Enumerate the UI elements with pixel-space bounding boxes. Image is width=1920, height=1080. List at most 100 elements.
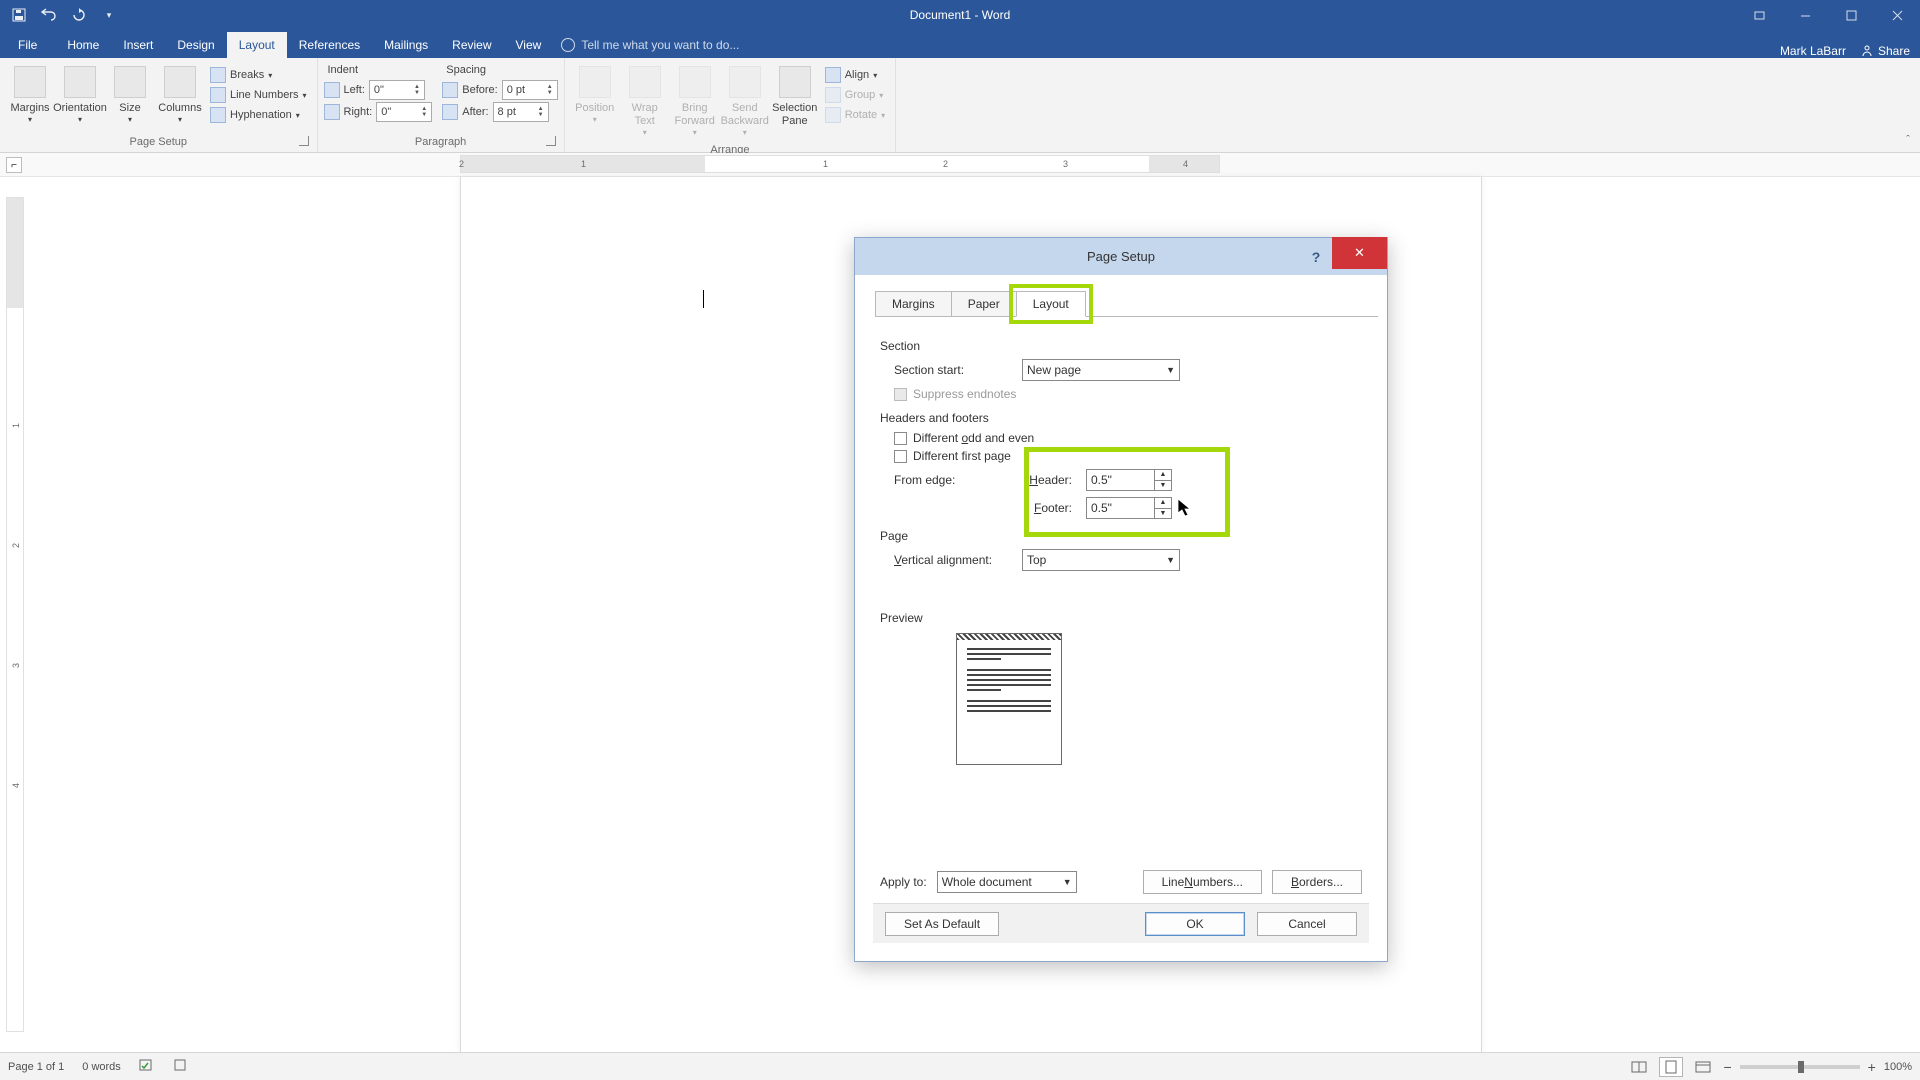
username-label[interactable]: Mark LaBarr — [1780, 44, 1846, 58]
ruler-horizontal: ⌐ 2 1 1 2 3 4 5 — [0, 153, 1920, 177]
set-as-default-button[interactable]: Set As Default — [885, 912, 999, 936]
spacing-after-field[interactable]: After:8 pt▲▼ — [442, 102, 557, 122]
spinner-up-icon[interactable]: ▲ — [1155, 498, 1171, 509]
borders-dialog-button[interactable]: Borders... — [1272, 870, 1362, 894]
group-icon — [825, 87, 841, 103]
orientation-button[interactable]: Orientation▾ — [56, 62, 104, 129]
indent-left-field[interactable]: Left:0"▲▼ — [324, 80, 433, 100]
bring-forward-button: Bring Forward▾ — [671, 62, 719, 142]
undo-icon[interactable] — [40, 6, 58, 24]
breaks-button[interactable]: Breaks▾ — [206, 66, 311, 84]
tab-mailings[interactable]: Mailings — [372, 32, 440, 58]
page-heading: Page — [880, 529, 1362, 543]
redo-icon[interactable] — [70, 6, 88, 24]
dialog-titlebar[interactable]: Page Setup ? ✕ — [855, 238, 1387, 275]
ribbon-body: Margins▾ Orientation▾ Size▾ Columns▾ Bre… — [0, 58, 1920, 153]
from-edge-label: From edge: — [894, 473, 1014, 487]
position-button: Position▾ — [571, 62, 619, 129]
tab-review[interactable]: Review — [440, 32, 503, 58]
apply-to-select[interactable]: Whole document▼ — [937, 871, 1077, 893]
tab-references[interactable]: References — [287, 32, 372, 58]
document-title: Document1 - Word — [910, 8, 1010, 22]
collapse-ribbon-icon[interactable]: ˆ — [1896, 58, 1920, 152]
zoom-out-button[interactable]: − — [1723, 1059, 1731, 1075]
dialog-tab-layout[interactable]: Layout — [1016, 291, 1086, 317]
macro-icon[interactable] — [173, 1058, 187, 1075]
align-icon — [825, 67, 841, 83]
tab-layout[interactable]: Layout — [227, 32, 287, 58]
page-count-label[interactable]: Page 1 of 1 — [8, 1061, 64, 1073]
dialog-help-icon[interactable]: ? — [1301, 242, 1331, 272]
vertical-alignment-label: Vertical alignment: — [894, 553, 1014, 567]
tab-design[interactable]: Design — [165, 32, 226, 58]
hyphenation-button[interactable]: Hyphenation▾ — [206, 106, 311, 124]
save-icon[interactable] — [10, 6, 28, 24]
view-web-layout[interactable] — [1691, 1057, 1715, 1077]
columns-button[interactable]: Columns▾ — [156, 62, 204, 129]
selection-pane-button[interactable]: Selection Pane — [771, 62, 819, 132]
size-button[interactable]: Size▾ — [106, 62, 154, 129]
margins-button[interactable]: Margins▾ — [6, 62, 54, 129]
tab-insert[interactable]: Insert — [111, 32, 165, 58]
maximize-icon[interactable] — [1828, 0, 1874, 30]
line-numbers-icon — [210, 87, 226, 103]
group-arrange: Position▾ Wrap Text▾ Bring Forward▾ Send… — [565, 58, 896, 152]
chevron-down-icon: ▼ — [1166, 365, 1175, 375]
different-odd-even-checkbox[interactable]: Different odd and even — [894, 431, 1362, 445]
zoom-in-button[interactable]: + — [1868, 1059, 1876, 1075]
footer-label: Footer: — [1022, 501, 1078, 515]
indent-right-field[interactable]: Right:0"▲▼ — [324, 102, 433, 122]
dialog-close-button[interactable]: ✕ — [1332, 237, 1387, 269]
paragraph-launcher[interactable] — [546, 136, 556, 146]
zoom-level-label[interactable]: 100% — [1884, 1061, 1912, 1073]
preview-heading: Preview — [880, 611, 1362, 625]
minimize-icon[interactable] — [1782, 0, 1828, 30]
section-heading: Section — [880, 339, 1362, 353]
spacing-before-field[interactable]: Before:0 pt▲▼ — [442, 80, 557, 100]
breaks-icon — [210, 67, 226, 83]
indent-header: Indent — [324, 62, 433, 78]
tab-view[interactable]: View — [504, 32, 554, 58]
statusbar: Page 1 of 1 0 words − + 100% — [0, 1052, 1920, 1080]
qat-customize-icon[interactable]: ▾ — [100, 6, 118, 24]
quick-access-toolbar: ▾ — [0, 6, 118, 24]
headers-footers-heading: Headers and footers — [880, 411, 1362, 425]
close-icon[interactable] — [1874, 0, 1920, 30]
ok-button[interactable]: OK — [1145, 912, 1245, 936]
tab-home[interactable]: Home — [55, 32, 111, 58]
section-start-label: Section start: — [894, 363, 1014, 377]
send-backward-button: Send Backward▾ — [721, 62, 769, 142]
tab-selector[interactable]: ⌐ — [6, 157, 22, 173]
section-start-select[interactable]: New page▼ — [1022, 359, 1180, 381]
zoom-slider[interactable] — [1740, 1065, 1860, 1069]
dialog-title: Page Setup — [1087, 249, 1155, 264]
spinner-up-icon[interactable]: ▲ — [1155, 470, 1171, 481]
tell-me-search[interactable]: Tell me what you want to do... — [553, 32, 747, 58]
header-distance-spinner[interactable]: 0.5"▲▼ — [1086, 469, 1172, 491]
line-numbers-button[interactable]: Line Numbers▾ — [206, 86, 311, 104]
view-print-layout[interactable] — [1659, 1057, 1683, 1077]
tab-file[interactable]: File — [0, 32, 55, 58]
page-setup-launcher[interactable] — [299, 136, 309, 146]
window-controls — [1736, 0, 1920, 30]
dialog-tab-paper[interactable]: Paper — [951, 291, 1017, 317]
cancel-button[interactable]: Cancel — [1257, 912, 1357, 936]
share-button[interactable]: Share — [1860, 44, 1910, 58]
dialog-tab-margins[interactable]: Margins — [875, 291, 952, 317]
line-numbers-dialog-button[interactable]: Line Numbers... — [1143, 870, 1262, 894]
ruler-vertical[interactable]: 1 2 3 4 — [6, 197, 24, 1032]
spellcheck-icon[interactable] — [139, 1058, 155, 1075]
word-count-label[interactable]: 0 words — [82, 1061, 121, 1073]
view-read-mode[interactable] — [1627, 1057, 1651, 1077]
align-button[interactable]: Align▾ — [821, 66, 889, 84]
hruler[interactable]: 2 1 1 2 3 4 5 — [460, 155, 1220, 173]
preview-thumbnail — [956, 633, 1062, 765]
footer-distance-spinner[interactable]: 0.5"▲▼ — [1086, 497, 1172, 519]
spinner-down-icon[interactable]: ▼ — [1155, 509, 1171, 519]
spinner-down-icon[interactable]: ▼ — [1155, 481, 1171, 491]
vertical-alignment-select[interactable]: Top▼ — [1022, 549, 1180, 571]
group-page-setup: Margins▾ Orientation▾ Size▾ Columns▾ Bre… — [0, 58, 318, 152]
ribbon-display-icon[interactable] — [1736, 0, 1782, 30]
lightbulb-icon — [561, 38, 575, 52]
different-first-page-checkbox[interactable]: Different first page — [894, 449, 1362, 463]
